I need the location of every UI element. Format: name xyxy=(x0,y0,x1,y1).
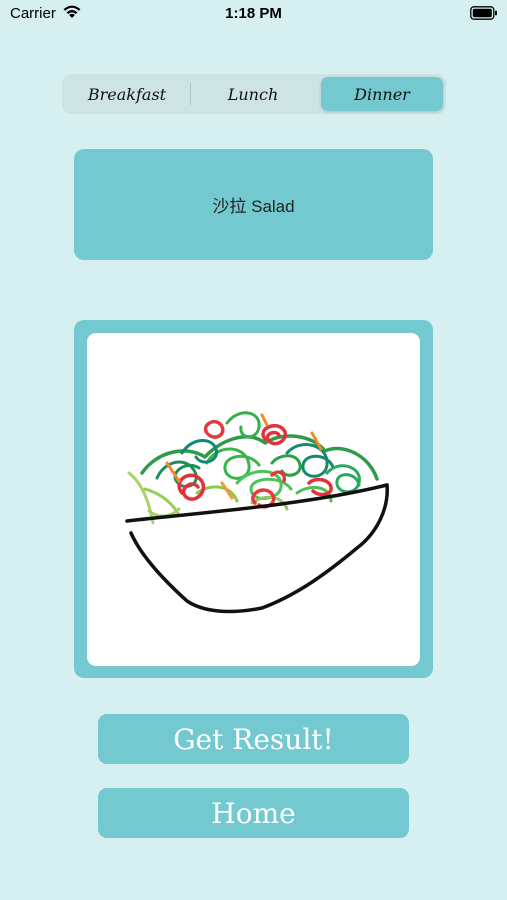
salad-bowl-drawing xyxy=(125,411,389,614)
drawing-canvas[interactable] xyxy=(87,333,420,666)
drawing-frame xyxy=(74,320,433,678)
segment-breakfast[interactable]: Breakfast xyxy=(65,77,189,111)
home-button[interactable]: Home xyxy=(98,788,409,838)
segment-dinner[interactable]: Dinner xyxy=(321,77,443,111)
get-result-button[interactable]: Get Result! xyxy=(98,714,409,764)
status-bar: Carrier 1:18 PM xyxy=(0,0,507,28)
result-label: 沙拉 Salad xyxy=(74,149,433,260)
battery-icon xyxy=(470,6,498,25)
clock-time: 1:18 PM xyxy=(225,5,282,22)
meal-segmented-control: Breakfast Lunch Dinner xyxy=(62,74,446,114)
segment-lunch[interactable]: Lunch xyxy=(190,77,316,111)
